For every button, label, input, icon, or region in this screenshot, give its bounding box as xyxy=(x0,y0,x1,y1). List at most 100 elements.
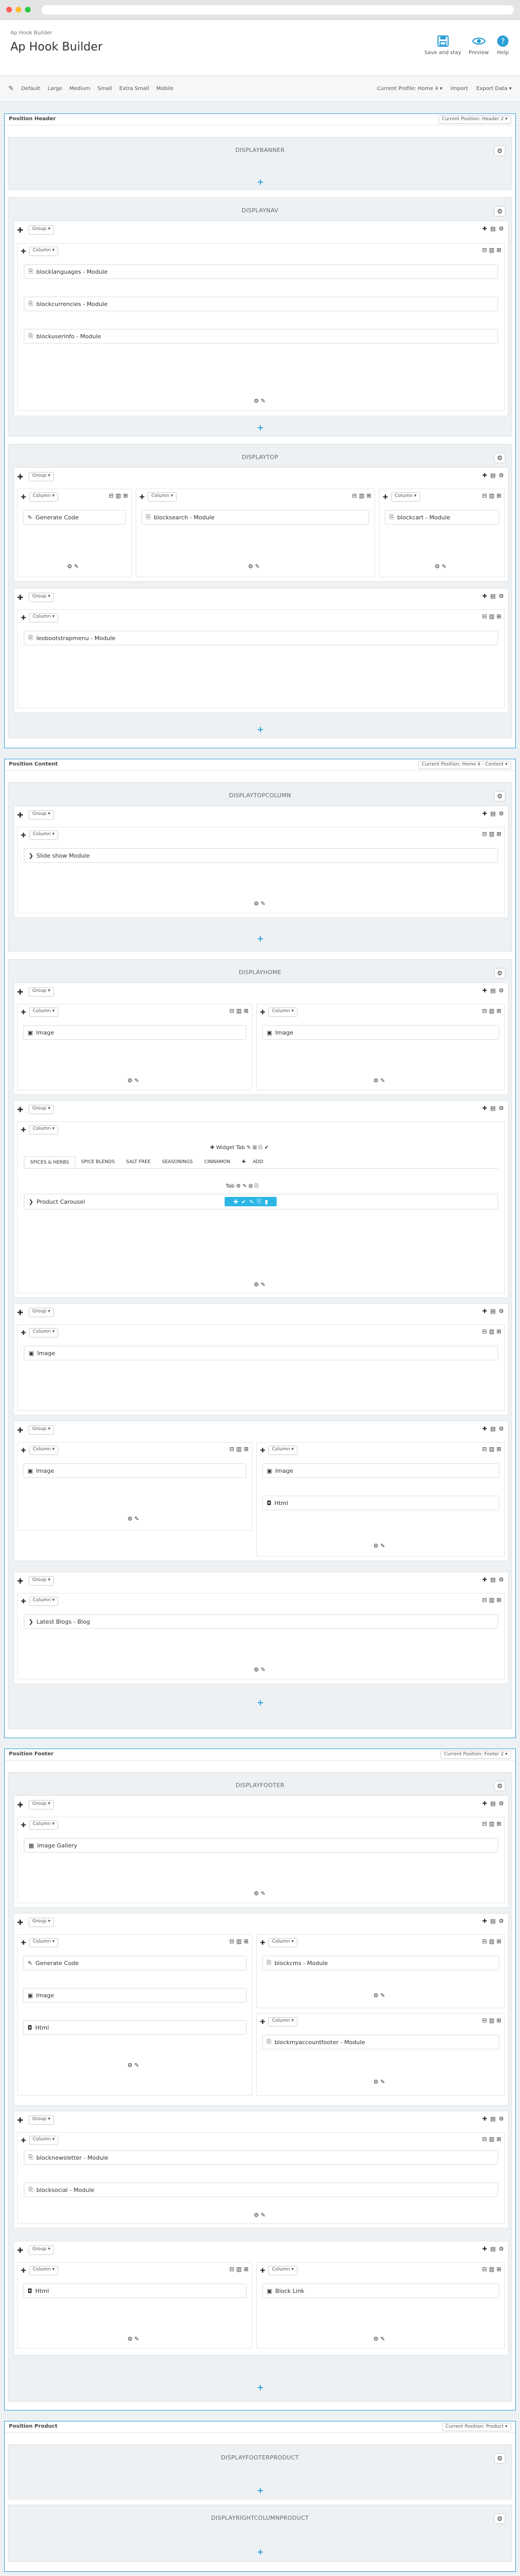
column-actions[interactable]: ⚙ ✎ xyxy=(254,2212,266,2218)
current-position-dropdown[interactable]: Current Position: Footer 2 ▾ xyxy=(440,1751,511,1759)
widget-tab-header[interactable]: ✚ Widget Tab ✎ ⊞ ⎘ ✔ xyxy=(210,1145,269,1151)
minus-icon[interactable]: ⊟ xyxy=(482,613,487,620)
add-group-button[interactable]: + xyxy=(257,724,264,734)
menu-icon[interactable]: ▤ xyxy=(490,987,496,994)
menu-icon[interactable]: ▤ xyxy=(490,1425,496,1432)
drag-handle-icon[interactable]: ✚ xyxy=(21,1939,26,1946)
minus-icon[interactable]: ⊟ xyxy=(229,1938,234,1945)
column-actions[interactable]: ⚙ ✎ xyxy=(373,1077,385,1084)
column-dropdown[interactable]: Column ▾ xyxy=(391,492,420,502)
gear-icon[interactable]: ⚙ xyxy=(499,1425,504,1432)
minus-icon[interactable]: ⊟ xyxy=(482,2017,487,2024)
add-icon[interactable]: ✚ xyxy=(483,1105,487,1112)
minimize-dot[interactable] xyxy=(16,7,21,12)
copy-icon[interactable]: ⎘ xyxy=(257,1198,262,1205)
add-icon[interactable]: ✚ xyxy=(233,1198,238,1205)
module-block[interactable]: ⎘ blocklanguages - Module xyxy=(24,264,498,279)
add-icon[interactable]: ⊞ xyxy=(497,2017,501,2024)
address-bar[interactable] xyxy=(42,5,514,15)
check-icon[interactable]: ✔ xyxy=(241,1198,246,1205)
minus-icon[interactable]: ⊟ xyxy=(482,492,487,499)
column-dropdown[interactable]: Column ▾ xyxy=(268,2266,297,2275)
group-dropdown[interactable]: Group ▾ xyxy=(29,225,54,235)
column-actions[interactable]: ⚙ ✎ xyxy=(373,1542,385,1549)
column-actions[interactable]: ⚙ ✎ xyxy=(435,563,447,570)
drag-handle-icon[interactable]: ✚ xyxy=(17,1577,23,1586)
module-block[interactable]: ◘ Html xyxy=(23,2020,246,2035)
add-icon[interactable]: ⊞ xyxy=(123,492,128,499)
column-dropdown[interactable]: Column ▾ xyxy=(148,492,177,502)
gear-icon[interactable]: ⚙ xyxy=(499,987,504,994)
drag-handle-icon[interactable]: ✚ xyxy=(21,2137,26,2144)
column-dropdown[interactable]: Column ▾ xyxy=(29,1446,58,1455)
current-profile-dropdown[interactable]: Current Profile: Home 4 ▾ xyxy=(377,86,443,92)
gear-icon[interactable]: ⚙ xyxy=(494,206,505,216)
add-icon[interactable]: ⊞ xyxy=(497,1820,501,1827)
module-block[interactable]: ▣ Image xyxy=(262,1463,499,1478)
drag-handle-icon[interactable]: ✚ xyxy=(21,1329,26,1336)
drag-handle-icon[interactable]: ✚ xyxy=(17,226,23,235)
size-extra-small[interactable]: Extra Small xyxy=(119,86,149,92)
module-block[interactable]: ⎘ blockcurrencies - Module xyxy=(24,297,498,311)
width-icon[interactable]: ▥ xyxy=(359,492,364,499)
column-dropdown[interactable]: Column ▾ xyxy=(29,1820,58,1830)
drag-handle-icon[interactable]: ✚ xyxy=(17,2116,23,2125)
add-icon[interactable]: ⊞ xyxy=(497,1008,501,1014)
width-icon[interactable]: ▥ xyxy=(489,247,494,253)
minus-icon[interactable]: ⊟ xyxy=(352,492,357,499)
drag-handle-icon[interactable]: ✚ xyxy=(260,1447,265,1454)
column-dropdown[interactable]: Column ▾ xyxy=(29,1938,58,1947)
group-dropdown[interactable]: Group ▾ xyxy=(29,987,54,997)
column-actions[interactable]: ⚙ ✎ xyxy=(248,563,260,570)
module-block[interactable]: ▣ Image xyxy=(24,1346,498,1360)
module-block[interactable]: ❯ Slide show Module xyxy=(24,848,498,863)
column-dropdown[interactable]: Column ▾ xyxy=(29,492,58,502)
breadcrumb[interactable]: Ap Hook Builder xyxy=(10,30,52,36)
width-icon[interactable]: ▥ xyxy=(115,492,121,499)
minus-icon[interactable]: ⊟ xyxy=(482,1008,487,1014)
size-default[interactable]: Default xyxy=(21,86,41,92)
width-icon[interactable]: ▥ xyxy=(236,2266,241,2273)
width-icon[interactable]: ▥ xyxy=(489,2136,494,2143)
column-actions[interactable]: ⚙ ✎ xyxy=(254,900,266,907)
drag-handle-icon[interactable]: ✚ xyxy=(17,594,23,602)
add-icon[interactable]: ✚ xyxy=(483,987,487,994)
menu-icon[interactable]: ▤ xyxy=(490,1918,496,1924)
add-icon[interactable]: ⊞ xyxy=(497,1597,501,1603)
minus-icon[interactable]: ⊟ xyxy=(482,831,487,837)
group-dropdown[interactable]: Group ▾ xyxy=(29,2246,54,2255)
module-block[interactable]: ⎘ blockcart - Module xyxy=(385,510,499,525)
drag-handle-icon[interactable]: ✚ xyxy=(139,493,145,501)
tab-spices-herbs[interactable]: SPICES & HERBS xyxy=(24,1156,75,1168)
gear-icon[interactable]: ⚙ xyxy=(499,1105,504,1112)
group-dropdown[interactable]: Group ▾ xyxy=(29,1576,54,1586)
gear-icon[interactable]: ⚙ xyxy=(499,1308,504,1315)
add-icon[interactable]: ✚ xyxy=(483,1800,487,1807)
menu-icon[interactable]: ▤ xyxy=(490,1308,496,1315)
column-actions[interactable]: ⚙ ✎ xyxy=(254,1890,266,1897)
edit-icon[interactable]: ✎ xyxy=(249,1198,254,1205)
add-icon[interactable]: ⊞ xyxy=(497,1446,501,1452)
group-dropdown[interactable]: Group ▾ xyxy=(29,593,54,602)
add-icon[interactable]: ⊞ xyxy=(497,247,501,253)
group-dropdown[interactable]: Group ▾ xyxy=(29,810,54,820)
column-actions[interactable]: ⚙ ✎ xyxy=(254,1281,266,1288)
add-icon[interactable]: ✚ xyxy=(483,1308,487,1315)
group-dropdown[interactable]: Group ▾ xyxy=(29,1425,54,1435)
column-actions[interactable]: ⚙ ✎ xyxy=(373,1992,385,1999)
gear-icon[interactable]: ⚙ xyxy=(499,810,504,817)
drag-handle-icon[interactable]: ✚ xyxy=(260,1009,265,1016)
minus-icon[interactable]: ⊟ xyxy=(482,1938,487,1945)
tab-seasonings[interactable]: SEASONINGS xyxy=(157,1156,199,1168)
tab-item-header[interactable]: Tab ⚙ ✎ ⊞ ⎘ xyxy=(226,1183,258,1189)
module-block[interactable]: ✎ Generate Code xyxy=(23,510,126,525)
column-dropdown[interactable]: Column ▾ xyxy=(268,1446,297,1455)
minus-icon[interactable]: ⊟ xyxy=(482,1446,487,1452)
minus-icon[interactable]: ⊟ xyxy=(482,1820,487,1827)
column-dropdown[interactable]: Column ▾ xyxy=(29,247,58,256)
drag-handle-icon[interactable]: ✚ xyxy=(17,1801,23,1809)
drag-handle-icon[interactable]: ✚ xyxy=(17,1426,23,1435)
column-actions[interactable]: ⚙ ✎ xyxy=(67,563,79,570)
minus-icon[interactable]: ⊟ xyxy=(109,492,113,499)
size-large[interactable]: Large xyxy=(47,86,62,92)
